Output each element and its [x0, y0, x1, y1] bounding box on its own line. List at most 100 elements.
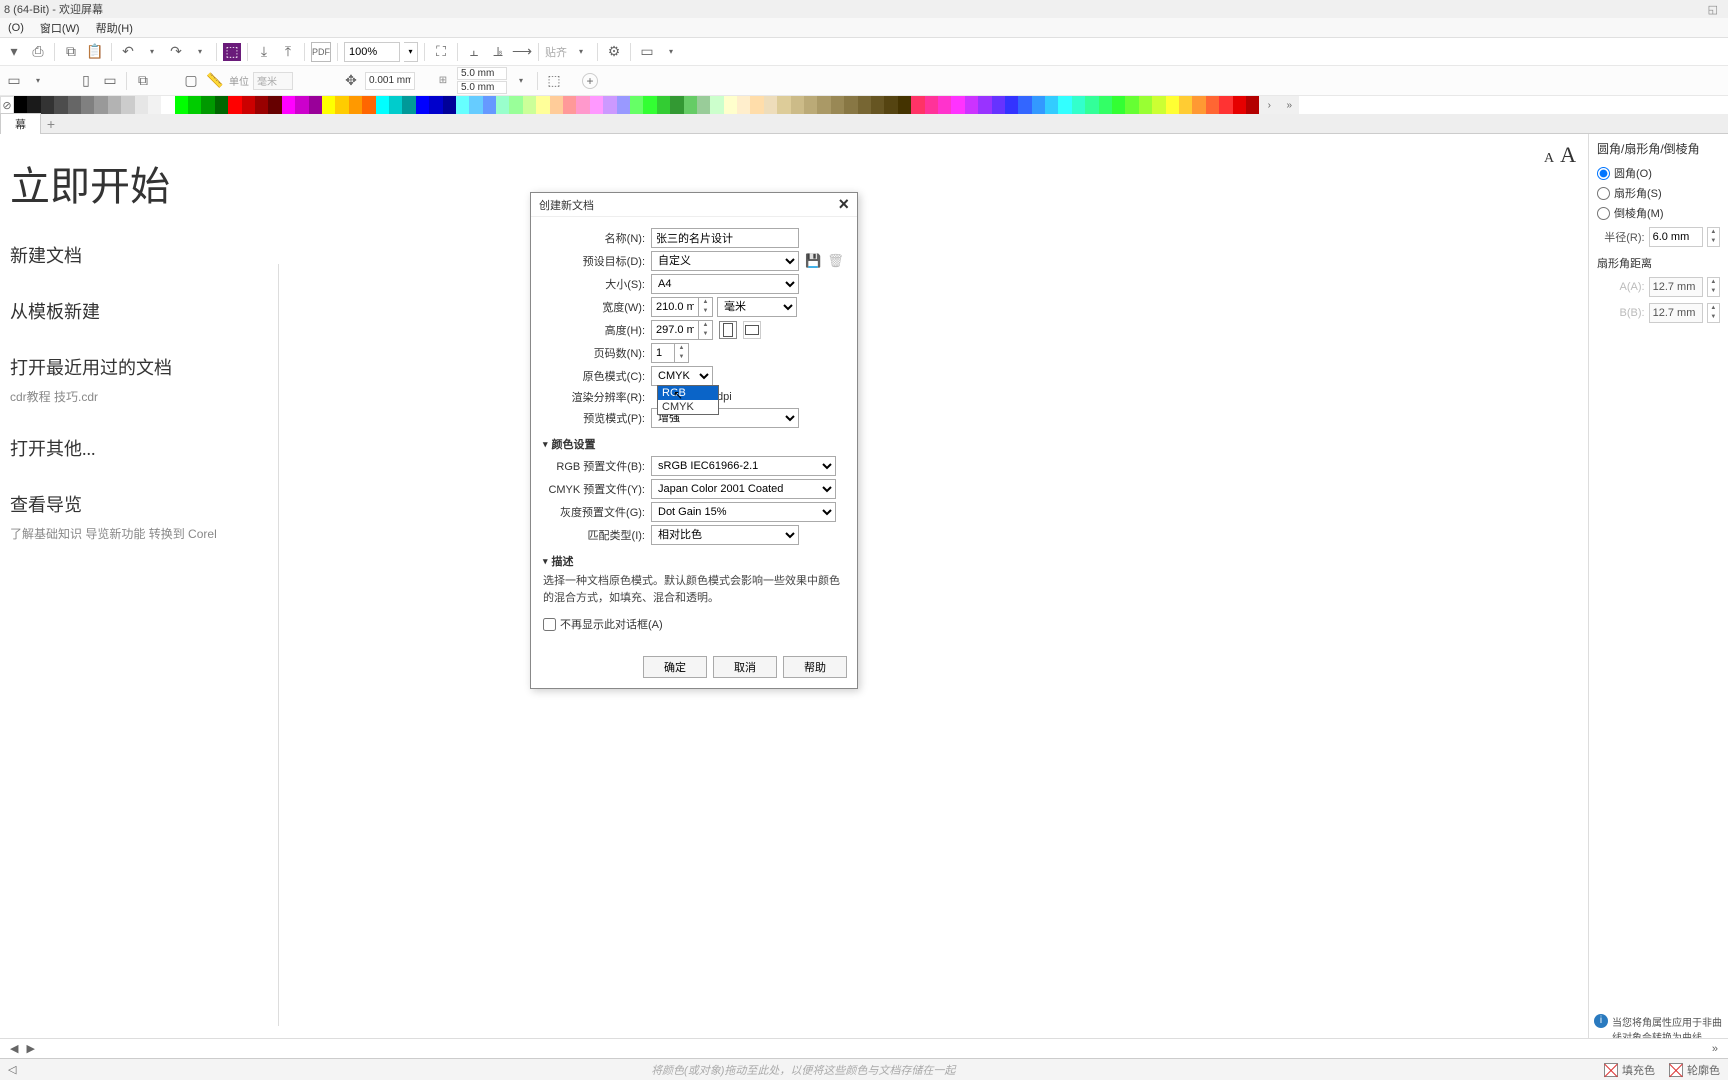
color-swatch[interactable]: [335, 96, 348, 114]
radius-spinner[interactable]: ▲▼: [1707, 227, 1720, 247]
color-swatch[interactable]: [617, 96, 630, 114]
color-swatch[interactable]: [1139, 96, 1152, 114]
grid-icon[interactable]: ⊞: [433, 71, 453, 91]
height-input[interactable]: [651, 320, 699, 340]
delete-preset-icon[interactable]: 🗑: [827, 253, 844, 269]
import-icon[interactable]: ⤓: [254, 42, 274, 62]
color-swatch[interactable]: [443, 96, 456, 114]
color-swatch[interactable]: [469, 96, 482, 114]
page-prev-icon[interactable]: ◀: [6, 1042, 22, 1055]
preset-select[interactable]: 自定义: [651, 251, 799, 271]
grid-dd-icon[interactable]: ▾: [511, 71, 531, 91]
ok-button[interactable]: 确定: [643, 656, 707, 678]
color-swatch[interactable]: [1018, 96, 1031, 114]
search-icon[interactable]: ⬚: [223, 43, 241, 61]
color-swatch[interactable]: [643, 96, 656, 114]
color-swatch[interactable]: [201, 96, 214, 114]
color-swatch[interactable]: [603, 96, 616, 114]
units-icon[interactable]: ▢: [181, 71, 201, 91]
color-swatch[interactable]: [563, 96, 576, 114]
facing-icon[interactable]: ⧉: [133, 71, 153, 91]
grid-w-input[interactable]: [457, 67, 507, 80]
color-swatch[interactable]: [188, 96, 201, 114]
color-swatch[interactable]: [536, 96, 549, 114]
color-swatch[interactable]: [1072, 96, 1085, 114]
color-swatch[interactable]: [215, 96, 228, 114]
color-swatch[interactable]: [282, 96, 295, 114]
intent-select[interactable]: 相对比色: [651, 525, 799, 545]
launch-icon[interactable]: ▭: [637, 42, 657, 62]
color-swatch[interactable]: [509, 96, 522, 114]
link-switch[interactable]: 转换到 Corel: [149, 527, 217, 541]
color-swatch[interactable]: [737, 96, 750, 114]
color-swatch[interactable]: [884, 96, 897, 114]
link-recent-file[interactable]: cdr教程 技巧.cdr: [10, 390, 98, 404]
zoom-dropdown-icon[interactable]: ▾: [404, 42, 418, 62]
color-swatch[interactable]: [456, 96, 469, 114]
color-section[interactable]: 颜色设置: [543, 436, 845, 452]
color-swatch[interactable]: [1206, 96, 1219, 114]
outline-indicator[interactable]: 轮廓色: [1669, 1062, 1720, 1078]
page-icon[interactable]: ▭: [4, 71, 24, 91]
color-swatch[interactable]: [1032, 96, 1045, 114]
color-swatch[interactable]: [402, 96, 415, 114]
color-swatch[interactable]: [1233, 96, 1246, 114]
name-input[interactable]: [651, 228, 799, 248]
paste-icon[interactable]: 📋: [85, 42, 105, 62]
color-swatch[interactable]: [697, 96, 710, 114]
copy-icon[interactable]: ⧉: [61, 42, 81, 62]
color-swatch[interactable]: [108, 96, 121, 114]
new-tab-button[interactable]: +: [41, 116, 61, 132]
color-swatch[interactable]: [496, 96, 509, 114]
gray-profile-select[interactable]: Dot Gain 15%: [651, 502, 836, 522]
palette-more-icon[interactable]: »: [1279, 96, 1299, 114]
color-swatch[interactable]: [1045, 96, 1058, 114]
color-swatch[interactable]: [831, 96, 844, 114]
color-swatch[interactable]: [14, 96, 27, 114]
colormode-option-cmyk[interactable]: CMYK: [658, 400, 718, 414]
color-swatch[interactable]: [670, 96, 683, 114]
snap-label[interactable]: 贴齐: [545, 42, 567, 62]
scroll-right-icon[interactable]: »: [1708, 1043, 1722, 1055]
color-swatch[interactable]: [362, 96, 375, 114]
pdf-icon[interactable]: PDF: [311, 42, 331, 62]
color-swatch[interactable]: [871, 96, 884, 114]
color-swatch[interactable]: [175, 96, 188, 114]
color-swatch[interactable]: [94, 96, 107, 114]
color-swatch[interactable]: [925, 96, 938, 114]
fill-indicator[interactable]: 填充色: [1604, 1062, 1655, 1078]
redo-dd-icon[interactable]: ▾: [190, 42, 210, 62]
cmyk-profile-select[interactable]: Japan Color 2001 Coated: [651, 479, 836, 499]
color-swatch[interactable]: [1179, 96, 1192, 114]
color-swatch[interactable]: [416, 96, 429, 114]
color-swatch[interactable]: [938, 96, 951, 114]
height-spinner[interactable]: ▲▼: [699, 320, 713, 340]
zoom-input[interactable]: [344, 42, 400, 62]
color-swatch[interactable]: [804, 96, 817, 114]
color-swatch[interactable]: [858, 96, 871, 114]
color-swatch[interactable]: [724, 96, 737, 114]
launch-dd-icon[interactable]: ▾: [661, 42, 681, 62]
color-swatch[interactable]: [844, 96, 857, 114]
color-swatch[interactable]: [68, 96, 81, 114]
color-swatch[interactable]: [992, 96, 1005, 114]
landscape-button[interactable]: [743, 321, 761, 339]
color-swatch[interactable]: [295, 96, 308, 114]
radio-chamfer[interactable]: 倒棱角(M): [1597, 205, 1720, 221]
nudge-icon[interactable]: ✥: [341, 71, 361, 91]
color-swatch[interactable]: [27, 96, 40, 114]
size-select[interactable]: A4: [651, 274, 799, 294]
color-swatch[interactable]: [791, 96, 804, 114]
grid-h-input[interactable]: [457, 81, 507, 94]
color-swatch[interactable]: [228, 96, 241, 114]
fullscreen-icon[interactable]: ⛶: [431, 42, 451, 62]
color-swatch[interactable]: [1192, 96, 1205, 114]
add-icon[interactable]: +: [582, 73, 598, 89]
color-swatch[interactable]: [1152, 96, 1165, 114]
color-swatch[interactable]: [764, 96, 777, 114]
color-swatch[interactable]: [41, 96, 54, 114]
undo-icon[interactable]: ↶: [118, 42, 138, 62]
color-swatch[interactable]: [135, 96, 148, 114]
menu-help[interactable]: 帮助(H): [90, 18, 139, 38]
color-swatch[interactable]: [1112, 96, 1125, 114]
